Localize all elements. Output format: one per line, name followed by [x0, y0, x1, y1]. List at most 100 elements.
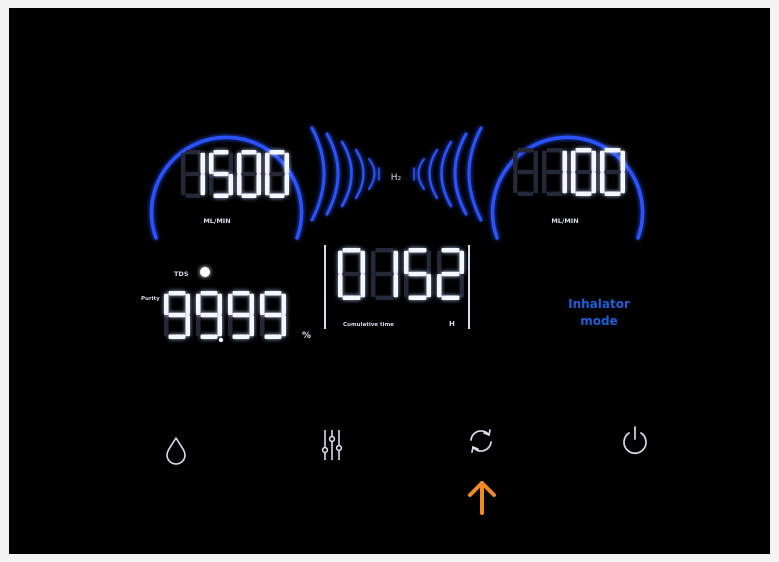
hours-digit-3-seg-e [404, 274, 409, 298]
right-flow-digit-3-seg-a [575, 148, 592, 153]
purity-digit-4-seg-e [260, 315, 265, 337]
purity-digit-4-seg-g [264, 312, 282, 318]
purity-digit-4-seg-b [281, 293, 286, 315]
purity-digit-2-seg-e [196, 315, 201, 337]
left-flow-digit-1-seg-c [200, 174, 205, 196]
hours-unit: H [449, 320, 455, 328]
purity-digit-4-seg-d [264, 334, 282, 339]
water-drop-button[interactable] [158, 432, 194, 468]
display-canvas: H₂ ML/MIN ML/MIN TDS Purity % Cumulative… [141, 126, 653, 515]
purity-digit-1-seg-b [185, 293, 190, 315]
left-flow-digit-3-seg-c [256, 174, 261, 196]
right-flow-digit-4-seg-a [604, 148, 621, 153]
left-flow-digit-4-seg-d [269, 193, 285, 198]
hours-digit-2-seg-e [371, 274, 376, 298]
right-flow-digit-1-seg-g [517, 169, 534, 175]
purity-label: Purity [141, 296, 160, 302]
hours-digit-4-seg-b [459, 250, 464, 274]
device-panel: H₂ ML/MIN ML/MIN TDS Purity % Cumulative… [9, 8, 770, 554]
left-flow-digit-4-seg-f [265, 152, 270, 174]
purity-readout [164, 291, 286, 339]
purity-digit-4-seg-a [264, 291, 282, 296]
purity-unit: % [302, 331, 311, 341]
hours-label: Cumulative time [343, 322, 394, 328]
hours-digit-3-seg-d [408, 295, 427, 300]
right-flow-digit-2-seg-a [546, 148, 563, 153]
right-flow-digit-1-seg-b [533, 150, 538, 172]
left-flow-digit-1-seg-f [181, 152, 186, 174]
hours-digit-4-seg-e [437, 274, 442, 298]
hours-digit-3-seg-g [408, 271, 427, 277]
purity-digit-1-seg-c [185, 315, 190, 337]
hours-digit-2-seg-g [375, 271, 394, 277]
right-flow-digit-4-seg-c [620, 172, 625, 194]
left-flow-unit: ML/MIN [203, 217, 230, 225]
right-flow-digit-3-seg-f [571, 150, 576, 172]
purity-digit-4-seg-c [281, 315, 286, 337]
left-flow-digit-4-seg-b [284, 152, 289, 174]
settings-button[interactable] [314, 425, 350, 465]
hours-digit-4-seg-c [459, 274, 464, 298]
purity-digit-3-seg-e [228, 315, 233, 337]
tds-label: TDS [174, 270, 189, 278]
left-flow-digit-3-seg-b [256, 152, 261, 174]
mode-indicator: Inhalator mode [529, 296, 669, 330]
left-flow-digit-2-seg-f [209, 152, 214, 174]
left-flow-digit-2-seg-e [209, 174, 214, 196]
right-flow-digit-2-seg-f [542, 150, 547, 172]
right-flow-digit-1-seg-c [533, 172, 538, 194]
right-flow-digit-1-seg-f [513, 150, 518, 172]
hours-digit-2-seg-c [393, 274, 398, 298]
right-flow-digit-2-seg-e [542, 172, 547, 194]
hours-readout [338, 248, 464, 300]
left-flow-digit-4-seg-a [269, 150, 285, 155]
left-flow-readout [181, 150, 289, 198]
tds-indicator-dot [200, 267, 210, 277]
purity-digit-2-seg-a [200, 291, 218, 296]
purity-digit-1-seg-g [168, 312, 186, 318]
purity-digit-3-seg-g [232, 312, 250, 318]
left-flow-digit-3-seg-f [237, 152, 242, 174]
purity-digit-2-seg-f [196, 293, 201, 315]
left-flow-digit-3-seg-d [241, 193, 257, 198]
left-wave-arcs [310, 126, 380, 222]
right-flow-digit-2-seg-c [562, 172, 567, 194]
purity-digit-1-seg-e [164, 315, 169, 337]
left-flow-digit-1-seg-a [185, 150, 201, 155]
purity-digit-3-seg-c [249, 315, 254, 337]
hours-digit-3-seg-c [426, 274, 431, 298]
h2-label: H₂ [391, 173, 402, 183]
right-flow-digit-3-seg-e [571, 172, 576, 194]
purity-digit-2-seg-g [200, 312, 218, 318]
power-button[interactable] [617, 422, 653, 458]
right-flow-digit-1-seg-e [513, 172, 518, 194]
hours-digit-1-seg-a [342, 248, 361, 253]
hours-digit-2-seg-f [371, 250, 376, 274]
purity-digit-2-seg-b [217, 293, 222, 315]
right-flow-unit: ML/MIN [551, 217, 578, 225]
left-flow-digit-2-seg-g [213, 171, 229, 177]
right-flow-digit-3-seg-c [591, 172, 596, 194]
right-flow-digit-4-seg-f [600, 150, 605, 172]
hours-digit-1-seg-c [360, 274, 365, 298]
right-flow-digit-1-seg-d [517, 191, 534, 196]
hours-left-divider [324, 245, 326, 329]
purity-digit-3-seg-a [232, 291, 250, 296]
right-flow-digit-2-seg-g [546, 169, 563, 175]
arrow-up-icon [468, 481, 496, 515]
purity-digit-3-seg-f [228, 293, 233, 315]
hours-digit-3-seg-f [404, 250, 409, 274]
left-flow-digit-1-seg-b [200, 152, 205, 174]
right-flow-readout [513, 148, 625, 196]
cycle-button[interactable] [463, 423, 499, 459]
right-flow-digit-2-seg-d [546, 191, 563, 196]
right-flow-digit-4-seg-e [600, 172, 605, 194]
hours-digit-2-seg-a [375, 248, 394, 253]
left-flow-digit-3-seg-a [241, 150, 257, 155]
left-flow-digit-3-seg-g [241, 171, 257, 177]
left-flow-digit-1-seg-d [185, 193, 201, 198]
mode-line-1: Inhalator [568, 297, 630, 311]
sliders-icon [321, 430, 343, 460]
hours-digit-3-seg-b [426, 250, 431, 274]
left-flow-digit-1-seg-e [181, 174, 186, 196]
